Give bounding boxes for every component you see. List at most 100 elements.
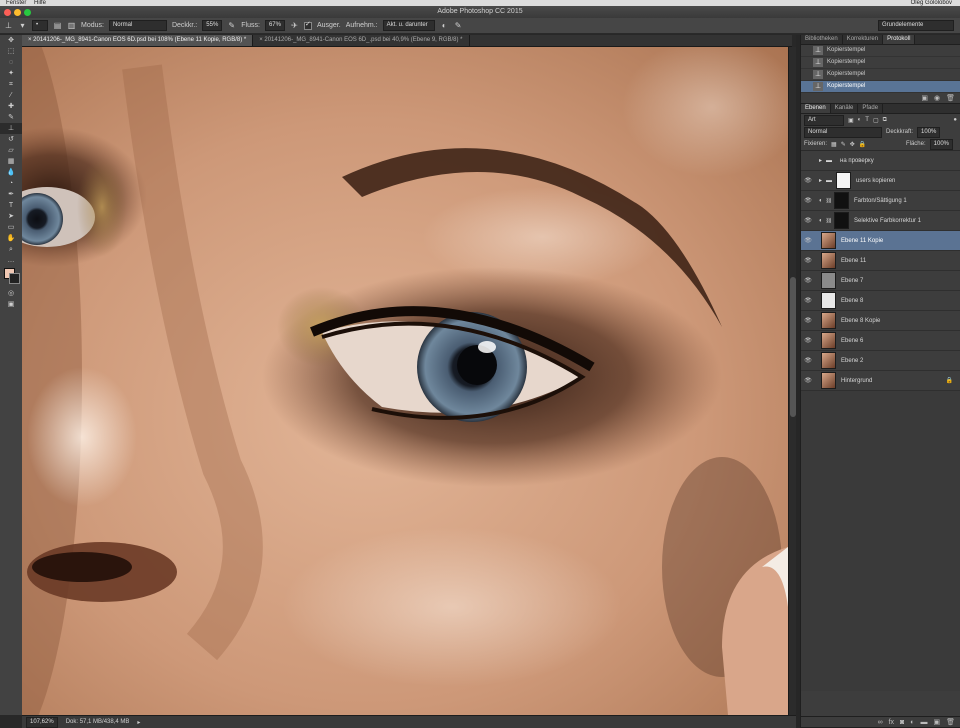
lock-pixels-icon[interactable]: ✎ [841, 141, 846, 148]
pressure-size-icon[interactable]: ✎ [454, 21, 463, 30]
layer-thumbnail[interactable] [821, 272, 836, 289]
tab-document-2[interactable]: × 20141206-_MG_8941-Canon EOS 6D_.psd be… [253, 35, 470, 46]
screen-mode-icon[interactable]: ▣ [0, 299, 22, 310]
dodge-tool-icon[interactable]: ◔ [0, 178, 22, 189]
layer-visibility-eye-icon[interactable]: 👁 [801, 317, 815, 324]
status-arrow-icon[interactable]: ▸ [137, 719, 140, 726]
opacity-field[interactable]: 100% [917, 126, 941, 138]
filter-toggle-icon[interactable]: ● [953, 117, 957, 123]
layer-row[interactable]: 👁 Hintergrund 🔒 [801, 371, 960, 391]
layer-filter-select[interactable]: Art [804, 114, 844, 126]
fluss-field[interactable]: 67% [264, 20, 285, 31]
mask-link-icon[interactable]: ⛓ [826, 198, 832, 204]
layer-mask-thumbnail[interactable] [833, 192, 849, 209]
zoom-level-field[interactable]: 107,62% [26, 716, 58, 728]
new-layer-icon[interactable]: ▣ [933, 718, 940, 726]
layer-row[interactable]: 👁 ▸ ▬ users kopieren [801, 171, 960, 191]
minimize-window-button[interactable] [14, 9, 21, 16]
hand-tool-icon[interactable]: ✋ [0, 233, 22, 244]
layer-visibility-eye-icon[interactable]: 👁 [801, 337, 815, 344]
lock-position-icon[interactable]: ✥ [850, 141, 855, 148]
lock-all-icon[interactable]: 🔒 [859, 141, 866, 148]
layer-thumbnail[interactable] [821, 232, 836, 249]
crop-tool-icon[interactable]: ⌗ [0, 79, 22, 90]
brush-panel-icon[interactable]: ▥ [67, 21, 76, 30]
layer-visibility-eye-icon[interactable]: 👁 [801, 177, 815, 184]
layer-row[interactable]: 👁 Ebene 2 [801, 351, 960, 371]
background-color-swatch[interactable] [9, 273, 20, 284]
clone-stamp-tool-icon[interactable]: ⊥ [4, 21, 13, 30]
layer-lock-icon[interactable]: 🔒 [946, 377, 953, 384]
modus-select[interactable]: Normal [108, 20, 167, 31]
layer-row[interactable]: 👁 Ebene 8 [801, 291, 960, 311]
brush-size-field[interactable]: • [32, 20, 48, 31]
pressure-opacity-icon[interactable]: ✎ [227, 21, 236, 30]
layer-style-icon[interactable]: fx [889, 719, 894, 726]
layer-visibility-eye-icon[interactable]: 👁 [801, 237, 815, 244]
move-tool-icon[interactable]: ✥ [0, 35, 22, 46]
tab-pfade[interactable]: Pfade [858, 104, 884, 113]
layer-thumbnail[interactable] [821, 252, 836, 269]
zoom-tool-icon[interactable]: ⌕ [0, 244, 22, 255]
document-size-info[interactable]: Dok: 57,1 MB/438,4 MB [66, 719, 130, 725]
tab-korrekturen[interactable]: Korrekturen [843, 35, 884, 44]
layer-thumbnail[interactable] [821, 332, 836, 349]
layer-visibility-eye-icon[interactable]: 👁 [801, 197, 815, 204]
clone-stamp-tool-icon[interactable]: ⊥ [0, 123, 22, 134]
quick-select-tool-icon[interactable]: ✦ [0, 68, 22, 79]
tab-document-1[interactable]: × 20141206-_MG_8941-Canon EOS 6D.psd bei… [22, 35, 254, 46]
delete-layer-icon[interactable]: 🗑 [946, 718, 955, 726]
filter-shape-icon[interactable]: ▢ [873, 117, 879, 124]
pen-tool-icon[interactable]: ✒ [0, 189, 22, 200]
eyedropper-tool-icon[interactable]: ⁄ [0, 90, 22, 101]
layer-mask-thumbnail[interactable] [833, 212, 849, 229]
path-select-tool-icon[interactable]: ➤ [0, 211, 22, 222]
zoom-window-button[interactable] [24, 9, 31, 16]
layer-row[interactable]: 👁 Ebene 8 Kopie [801, 311, 960, 331]
new-adjustment-icon[interactable]: ◐ [910, 719, 914, 726]
rectangle-tool-icon[interactable]: ▭ [0, 222, 22, 233]
filter-type-icon[interactable]: T [865, 117, 869, 123]
airbrush-icon[interactable]: ✈ [290, 21, 299, 30]
layer-row[interactable]: 👁 Ebene 7 [801, 271, 960, 291]
brush-preset-picker-icon[interactable]: ▾ [18, 21, 27, 30]
mask-link-icon[interactable]: ⛓ [826, 218, 832, 224]
layer-thumbnail[interactable] [821, 372, 836, 389]
layer-thumbnail[interactable] [821, 352, 836, 369]
history-item[interactable]: ⊥ Kopierstempel [801, 45, 960, 57]
history-item[interactable]: ⊥ Kopierstempel [801, 81, 960, 93]
filter-adjust-icon[interactable]: ◐ [858, 117, 862, 123]
group-expand-chevron-icon[interactable]: ▸ [819, 157, 822, 164]
snapshot-icon[interactable]: ◉ [934, 94, 940, 102]
history-item[interactable]: ⊥ Kopierstempel [801, 69, 960, 81]
layer-visibility-eye-icon[interactable]: 👁 [801, 297, 815, 304]
layer-visibility-eye-icon[interactable]: 👁 [801, 357, 815, 364]
workspace-select[interactable]: Grundelemente [878, 20, 954, 31]
brush-tool-icon[interactable]: ✎ [0, 112, 22, 123]
history-brush-tool-icon[interactable]: ↺ [0, 134, 22, 145]
layer-row[interactable]: 👁 Ebene 11 [801, 251, 960, 271]
layer-row[interactable]: 👁 Ebene 6 [801, 331, 960, 351]
layer-thumbnail[interactable] [821, 292, 836, 309]
tab-kanaele[interactable]: Kanäle [831, 104, 859, 113]
quick-mask-icon[interactable]: ◎ [0, 288, 22, 299]
ausger-checkbox[interactable] [303, 20, 312, 30]
new-document-from-state-icon[interactable]: ▣ [921, 94, 928, 102]
filter-smart-icon[interactable]: ⧉ [883, 117, 887, 124]
new-group-icon[interactable]: ▬ [920, 719, 927, 726]
type-tool-icon[interactable]: T [0, 200, 22, 211]
layer-visibility-eye-icon[interactable]: 👁 [801, 217, 815, 224]
blend-mode-select[interactable]: Normal [804, 126, 882, 138]
clone-source-icon[interactable]: ▤ [53, 21, 62, 30]
edit-toolbar-icon[interactable]: … [0, 255, 22, 266]
fill-field[interactable]: 100% [929, 138, 953, 150]
deckkraft-field[interactable]: 55% [202, 20, 223, 31]
history-item[interactable]: ⊥ Kopierstempel [801, 57, 960, 69]
layer-row[interactable]: 👁 ◐ ⛓ Farbton/Sättigung 1 [801, 191, 960, 211]
blur-tool-icon[interactable]: 💧 [0, 167, 22, 178]
aufnehm-select[interactable]: Akt. u. darunter [382, 20, 435, 31]
group-mask-thumbnail[interactable] [836, 172, 852, 189]
delete-state-icon[interactable]: 🗑 [946, 94, 955, 102]
tab-bibliotheken[interactable]: Bibliotheken [801, 35, 843, 44]
lasso-tool-icon[interactable]: ◌ [0, 57, 22, 68]
